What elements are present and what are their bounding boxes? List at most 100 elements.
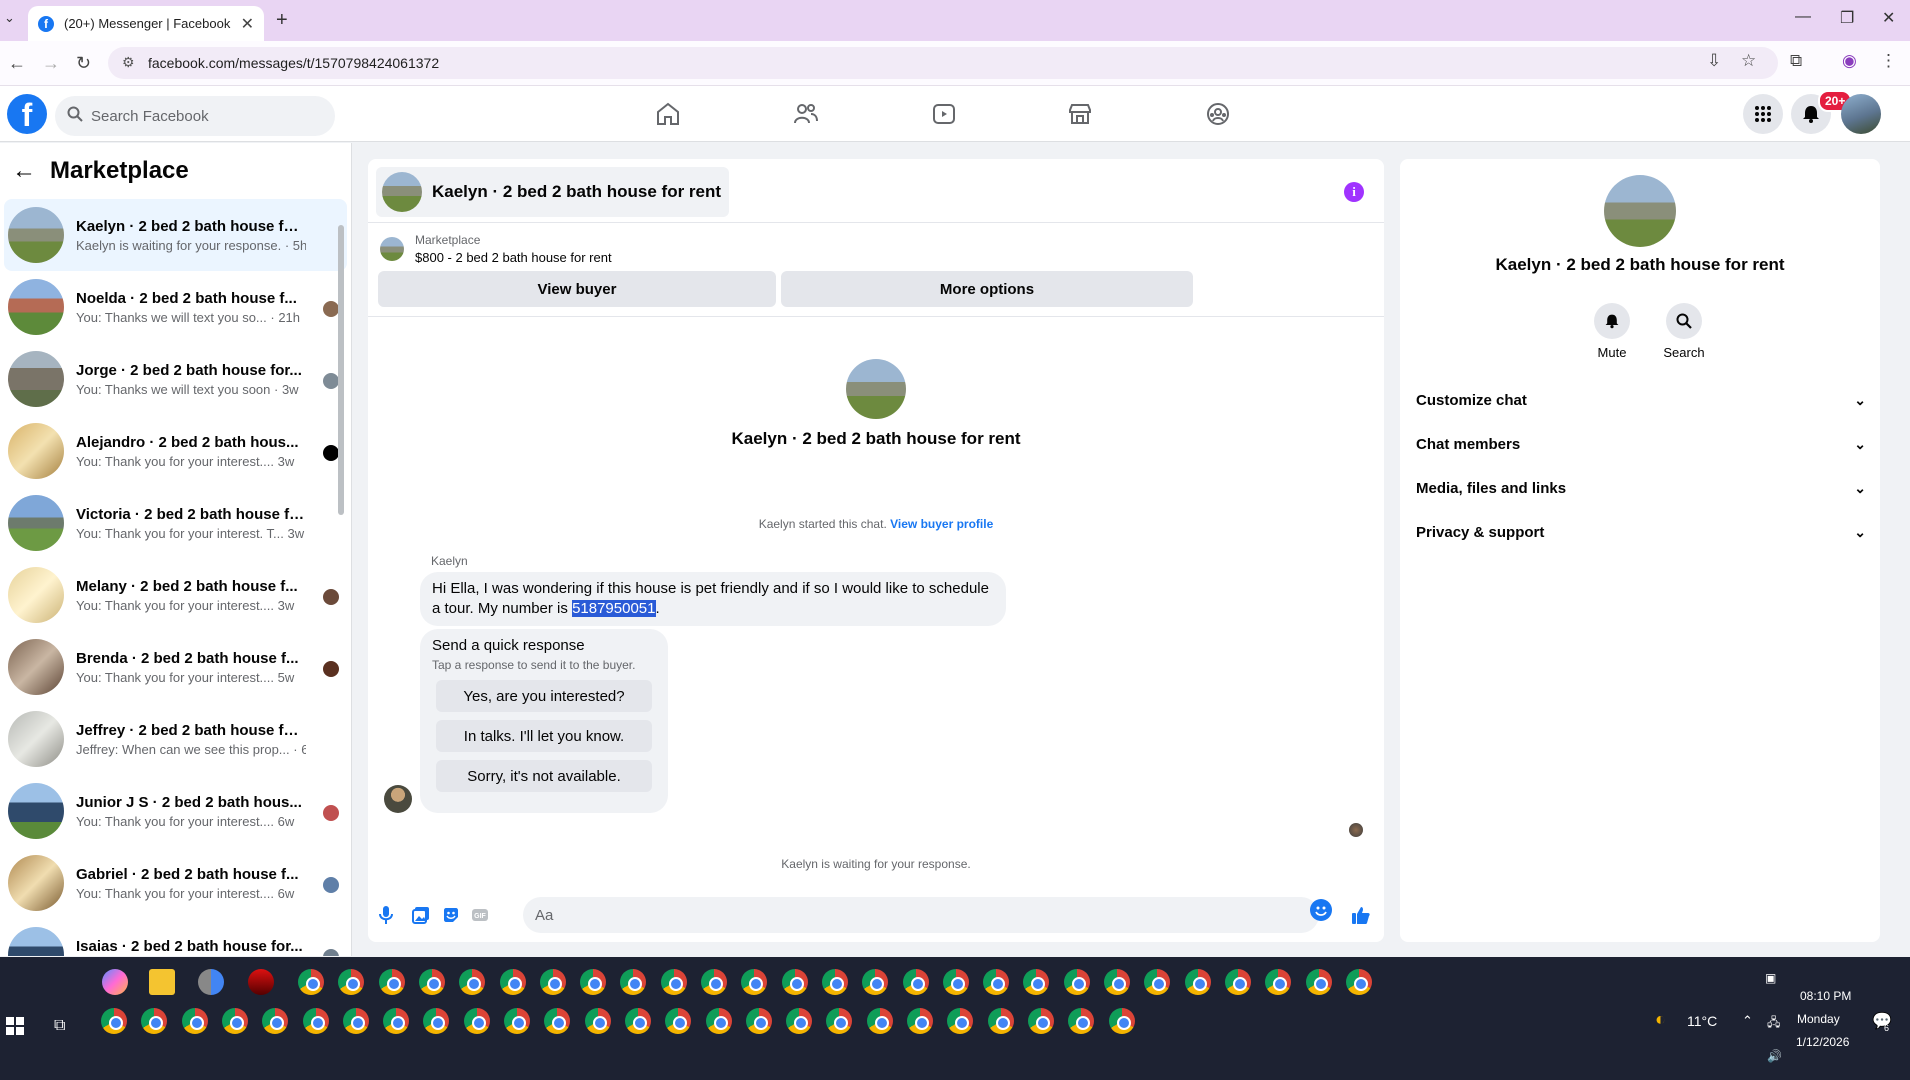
- chrome-window-icon[interactable]: [862, 969, 889, 995]
- back-arrow-icon[interactable]: ←: [12, 157, 36, 185]
- task-view-icon[interactable]: ⧉: [54, 1017, 65, 1035]
- mute-bell-icon[interactable]: [1594, 303, 1630, 339]
- conversation-item[interactable]: Noelda · 2 bed 2 bath house f... You: Tha…: [4, 271, 347, 343]
- chrome-window-icon[interactable]: [1068, 1008, 1095, 1034]
- like-thumb-icon[interactable]: [1349, 903, 1373, 927]
- close-window-icon[interactable]: ✕: [1882, 8, 1895, 28]
- chrome-window-icon[interactable]: [463, 1008, 490, 1034]
- chrome-window-icon[interactable]: [499, 969, 526, 995]
- emoji-icon[interactable]: [1310, 899, 1332, 921]
- chrome-window-icon[interactable]: [741, 969, 768, 995]
- chrome-window-icon[interactable]: [1063, 969, 1090, 995]
- chrome-window-icon[interactable]: [459, 969, 486, 995]
- conversation-item[interactable]: Victoria · 2 bed 2 bath house for... You:…: [4, 487, 347, 559]
- chrome-window-icon[interactable]: [1224, 969, 1251, 995]
- network-icon[interactable]: 🖧: [1767, 1013, 1780, 1034]
- chrome-settings-icon[interactable]: [198, 969, 224, 995]
- marketplace-listing-row[interactable]: Marketplace $800 - 2 bed 2 bath house fo…: [368, 223, 1384, 269]
- chrome-window-icon[interactable]: [383, 1008, 410, 1034]
- search-in-chat-icon[interactable]: [1666, 303, 1702, 339]
- chrome-window-icon[interactable]: [338, 969, 365, 995]
- tab-search-chevron-icon[interactable]: ⌄: [4, 10, 15, 26]
- chrome-window-icon[interactable]: [544, 1008, 571, 1034]
- chrome-window-icon[interactable]: [866, 1008, 893, 1034]
- chrome-window-icon[interactable]: [987, 1008, 1014, 1034]
- chrome-window-icon[interactable]: [378, 969, 405, 995]
- install-app-icon[interactable]: ⇩: [1707, 51, 1721, 71]
- conversation-item[interactable]: Brenda · 2 bed 2 bath house f... You: Tha…: [4, 631, 347, 703]
- chrome-window-icon[interactable]: [181, 1008, 208, 1034]
- chrome-window-icon[interactable]: [942, 969, 969, 995]
- chrome-window-icon[interactable]: [580, 969, 607, 995]
- chrome-window-icon[interactable]: [665, 1008, 692, 1034]
- clock-day[interactable]: Monday: [1797, 1012, 1840, 1026]
- friends-icon[interactable]: [792, 100, 820, 128]
- sticker-icon[interactable]: [439, 903, 463, 927]
- chrome-window-icon[interactable]: [620, 969, 647, 995]
- privacy-support-section[interactable]: Privacy & support ⌄: [1416, 514, 1866, 550]
- chrome-window-icon[interactable]: [1144, 969, 1171, 995]
- browser-menu-icon[interactable]: ⋮: [1880, 51, 1897, 71]
- quick-response-talks-button[interactable]: In talks. I'll let you know.: [436, 720, 652, 752]
- chat-title-button[interactable]: Kaelyn · 2 bed 2 bath house for rent: [376, 167, 730, 217]
- reload-icon[interactable]: ↻: [76, 53, 91, 74]
- site-info-icon[interactable]: ⚙: [122, 54, 135, 71]
- chrome-window-icon[interactable]: [141, 1008, 168, 1034]
- extensions-icon[interactable]: ⧉: [1790, 51, 1802, 71]
- chrome-window-icon[interactable]: [423, 1008, 450, 1034]
- url-field[interactable]: ⚙ facebook.com/messages/t/15707984240613…: [108, 47, 1778, 79]
- chrome-window-icon[interactable]: [342, 1008, 369, 1034]
- chat-members-section[interactable]: Chat members ⌄: [1416, 426, 1866, 462]
- conversation-item[interactable]: Jeffrey · 2 bed 2 bath house for ... Jeff…: [4, 703, 347, 775]
- chrome-window-icon[interactable]: [701, 969, 727, 995]
- profile-icon[interactable]: ◉: [1842, 51, 1857, 71]
- more-options-button[interactable]: More options: [781, 271, 1193, 307]
- conversation-item[interactable]: Kaelyn · 2 bed 2 bath house for ... Kaely…: [4, 199, 347, 271]
- app-triangle-icon[interactable]: [248, 969, 274, 995]
- forward-icon[interactable]: →: [42, 53, 60, 74]
- marketplace-icon[interactable]: [1066, 100, 1094, 128]
- minimize-icon[interactable]: —: [1795, 8, 1811, 26]
- chrome-window-icon[interactable]: [302, 1008, 329, 1034]
- bookmark-star-icon[interactable]: ☆: [1741, 51, 1756, 71]
- clock-time[interactable]: 08:10 PM: [1800, 989, 1851, 1003]
- chrome-window-icon[interactable]: [705, 1008, 732, 1034]
- chrome-window-icon[interactable]: [745, 1008, 772, 1034]
- chrome-window-icon[interactable]: [1104, 969, 1130, 995]
- groups-icon[interactable]: [1204, 100, 1232, 128]
- chrome-window-icon[interactable]: [1184, 969, 1211, 995]
- chrome-window-icon[interactable]: [786, 1008, 813, 1034]
- chrome-window-icon[interactable]: [902, 969, 929, 995]
- chrome-window-icon[interactable]: [584, 1008, 611, 1034]
- chrome-window-icon[interactable]: [983, 969, 1010, 995]
- chrome-window-icon[interactable]: [660, 969, 687, 995]
- quick-response-unavailable-button[interactable]: Sorry, it's not available.: [436, 760, 652, 792]
- chrome-window-icon[interactable]: [907, 1008, 933, 1034]
- message-input[interactable]: Aa: [523, 897, 1319, 933]
- chrome-window-icon[interactable]: [826, 1008, 853, 1034]
- file-explorer-icon[interactable]: [149, 969, 175, 995]
- chrome-window-icon[interactable]: [221, 1008, 248, 1034]
- gif-icon[interactable]: GIF: [468, 903, 492, 927]
- new-tab-icon[interactable]: +: [276, 9, 288, 32]
- chrome-window-icon[interactable]: [262, 1008, 289, 1034]
- photo-icon[interactable]: [409, 903, 433, 927]
- menu-grid-icon[interactable]: [1743, 94, 1783, 134]
- chrome-window-icon[interactable]: [1027, 1008, 1054, 1034]
- media-files-links-section[interactable]: Media, files and links ⌄: [1416, 470, 1866, 506]
- clock-date[interactable]: 1/12/2026: [1796, 1035, 1849, 1049]
- chrome-window-icon[interactable]: [101, 1008, 127, 1034]
- facebook-search-input[interactable]: Search Facebook: [55, 96, 335, 136]
- chrome-window-icon[interactable]: [1023, 969, 1050, 995]
- device-icon[interactable]: ▣: [1765, 971, 1776, 985]
- conversation-scrollbar[interactable]: [337, 205, 345, 955]
- conversation-item[interactable]: Jorge · 2 bed 2 bath house for... You: Th…: [4, 343, 347, 415]
- mute-action[interactable]: Mute: [1582, 303, 1642, 360]
- chrome-window-icon[interactable]: [821, 969, 848, 995]
- chrome-window-icon[interactable]: [624, 1008, 651, 1034]
- chrome-window-icon[interactable]: [504, 1008, 530, 1034]
- close-tab-icon[interactable]: ✕: [241, 14, 254, 34]
- conversation-item[interactable]: Melany · 2 bed 2 bath house f... You: Tha…: [4, 559, 347, 631]
- quick-response-yes-button[interactable]: Yes, are you interested?: [436, 680, 652, 712]
- account-avatar[interactable]: [1841, 94, 1881, 134]
